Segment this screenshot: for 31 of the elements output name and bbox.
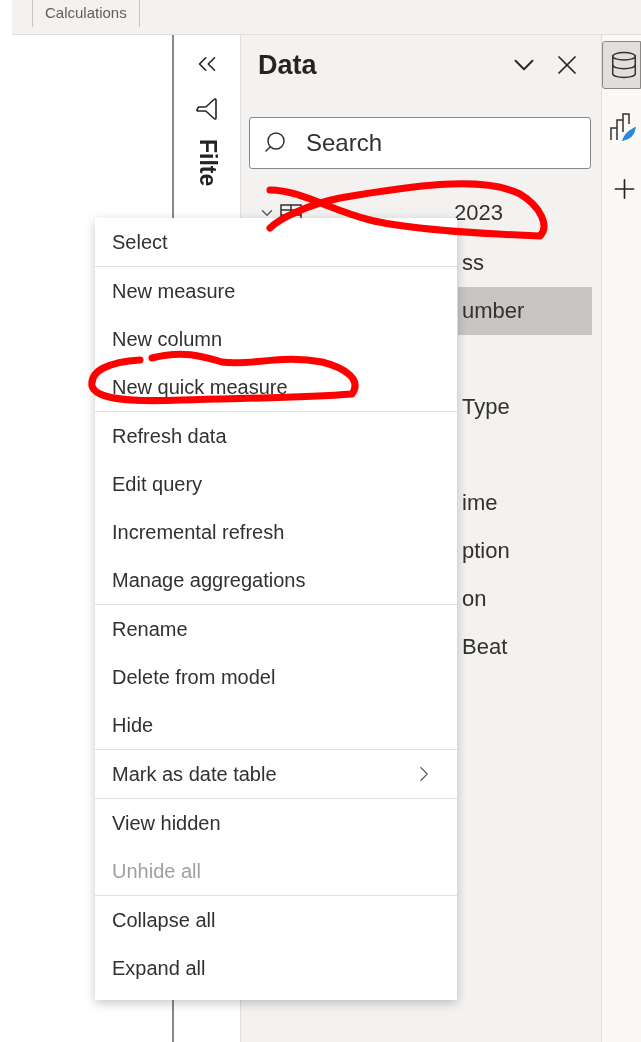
menu-item[interactable]: Collapse all: [95, 896, 457, 944]
menu-item[interactable]: New measure: [95, 267, 457, 315]
field-item[interactable]: umber: [458, 287, 592, 335]
search-icon: [263, 130, 287, 154]
field-item[interactable]: on: [458, 575, 592, 623]
menu-item[interactable]: Select: [95, 218, 457, 266]
menu-item[interactable]: Expand all: [95, 944, 457, 992]
menu-item[interactable]: Hide: [95, 701, 457, 749]
field-item[interactable]: ss: [458, 239, 592, 287]
menu-item[interactable]: New column: [95, 315, 457, 363]
database-icon: [609, 50, 639, 80]
menu-item[interactable]: Manage aggregations: [95, 556, 457, 604]
field-item[interactable]: ime: [458, 479, 592, 527]
menu-item[interactable]: Mark as date table: [95, 750, 457, 798]
menu-item[interactable]: Delete from model: [95, 653, 457, 701]
field-item[interactable]: Beat: [458, 623, 592, 671]
menu-item[interactable]: View hidden: [95, 799, 457, 847]
format-paint-icon: [609, 112, 637, 142]
menu-item[interactable]: New quick measure: [95, 363, 457, 411]
filter-icon: [195, 97, 219, 121]
menu-item[interactable]: Incremental refresh: [95, 508, 457, 556]
filters-label: Filte: [193, 139, 221, 187]
menu-item[interactable]: Edit query: [95, 460, 457, 508]
ribbon-tab[interactable]: Calculations: [32, 0, 140, 27]
field-item[interactable]: Type: [458, 383, 592, 431]
table-name[interactable]: 2023: [454, 200, 503, 226]
search-field[interactable]: Search: [249, 117, 591, 169]
field-item[interactable]: ption: [458, 527, 592, 575]
menu-item[interactable]: Rename: [95, 605, 457, 653]
menu-item[interactable]: Refresh data: [95, 412, 457, 460]
pane-title: Data: [258, 49, 318, 81]
